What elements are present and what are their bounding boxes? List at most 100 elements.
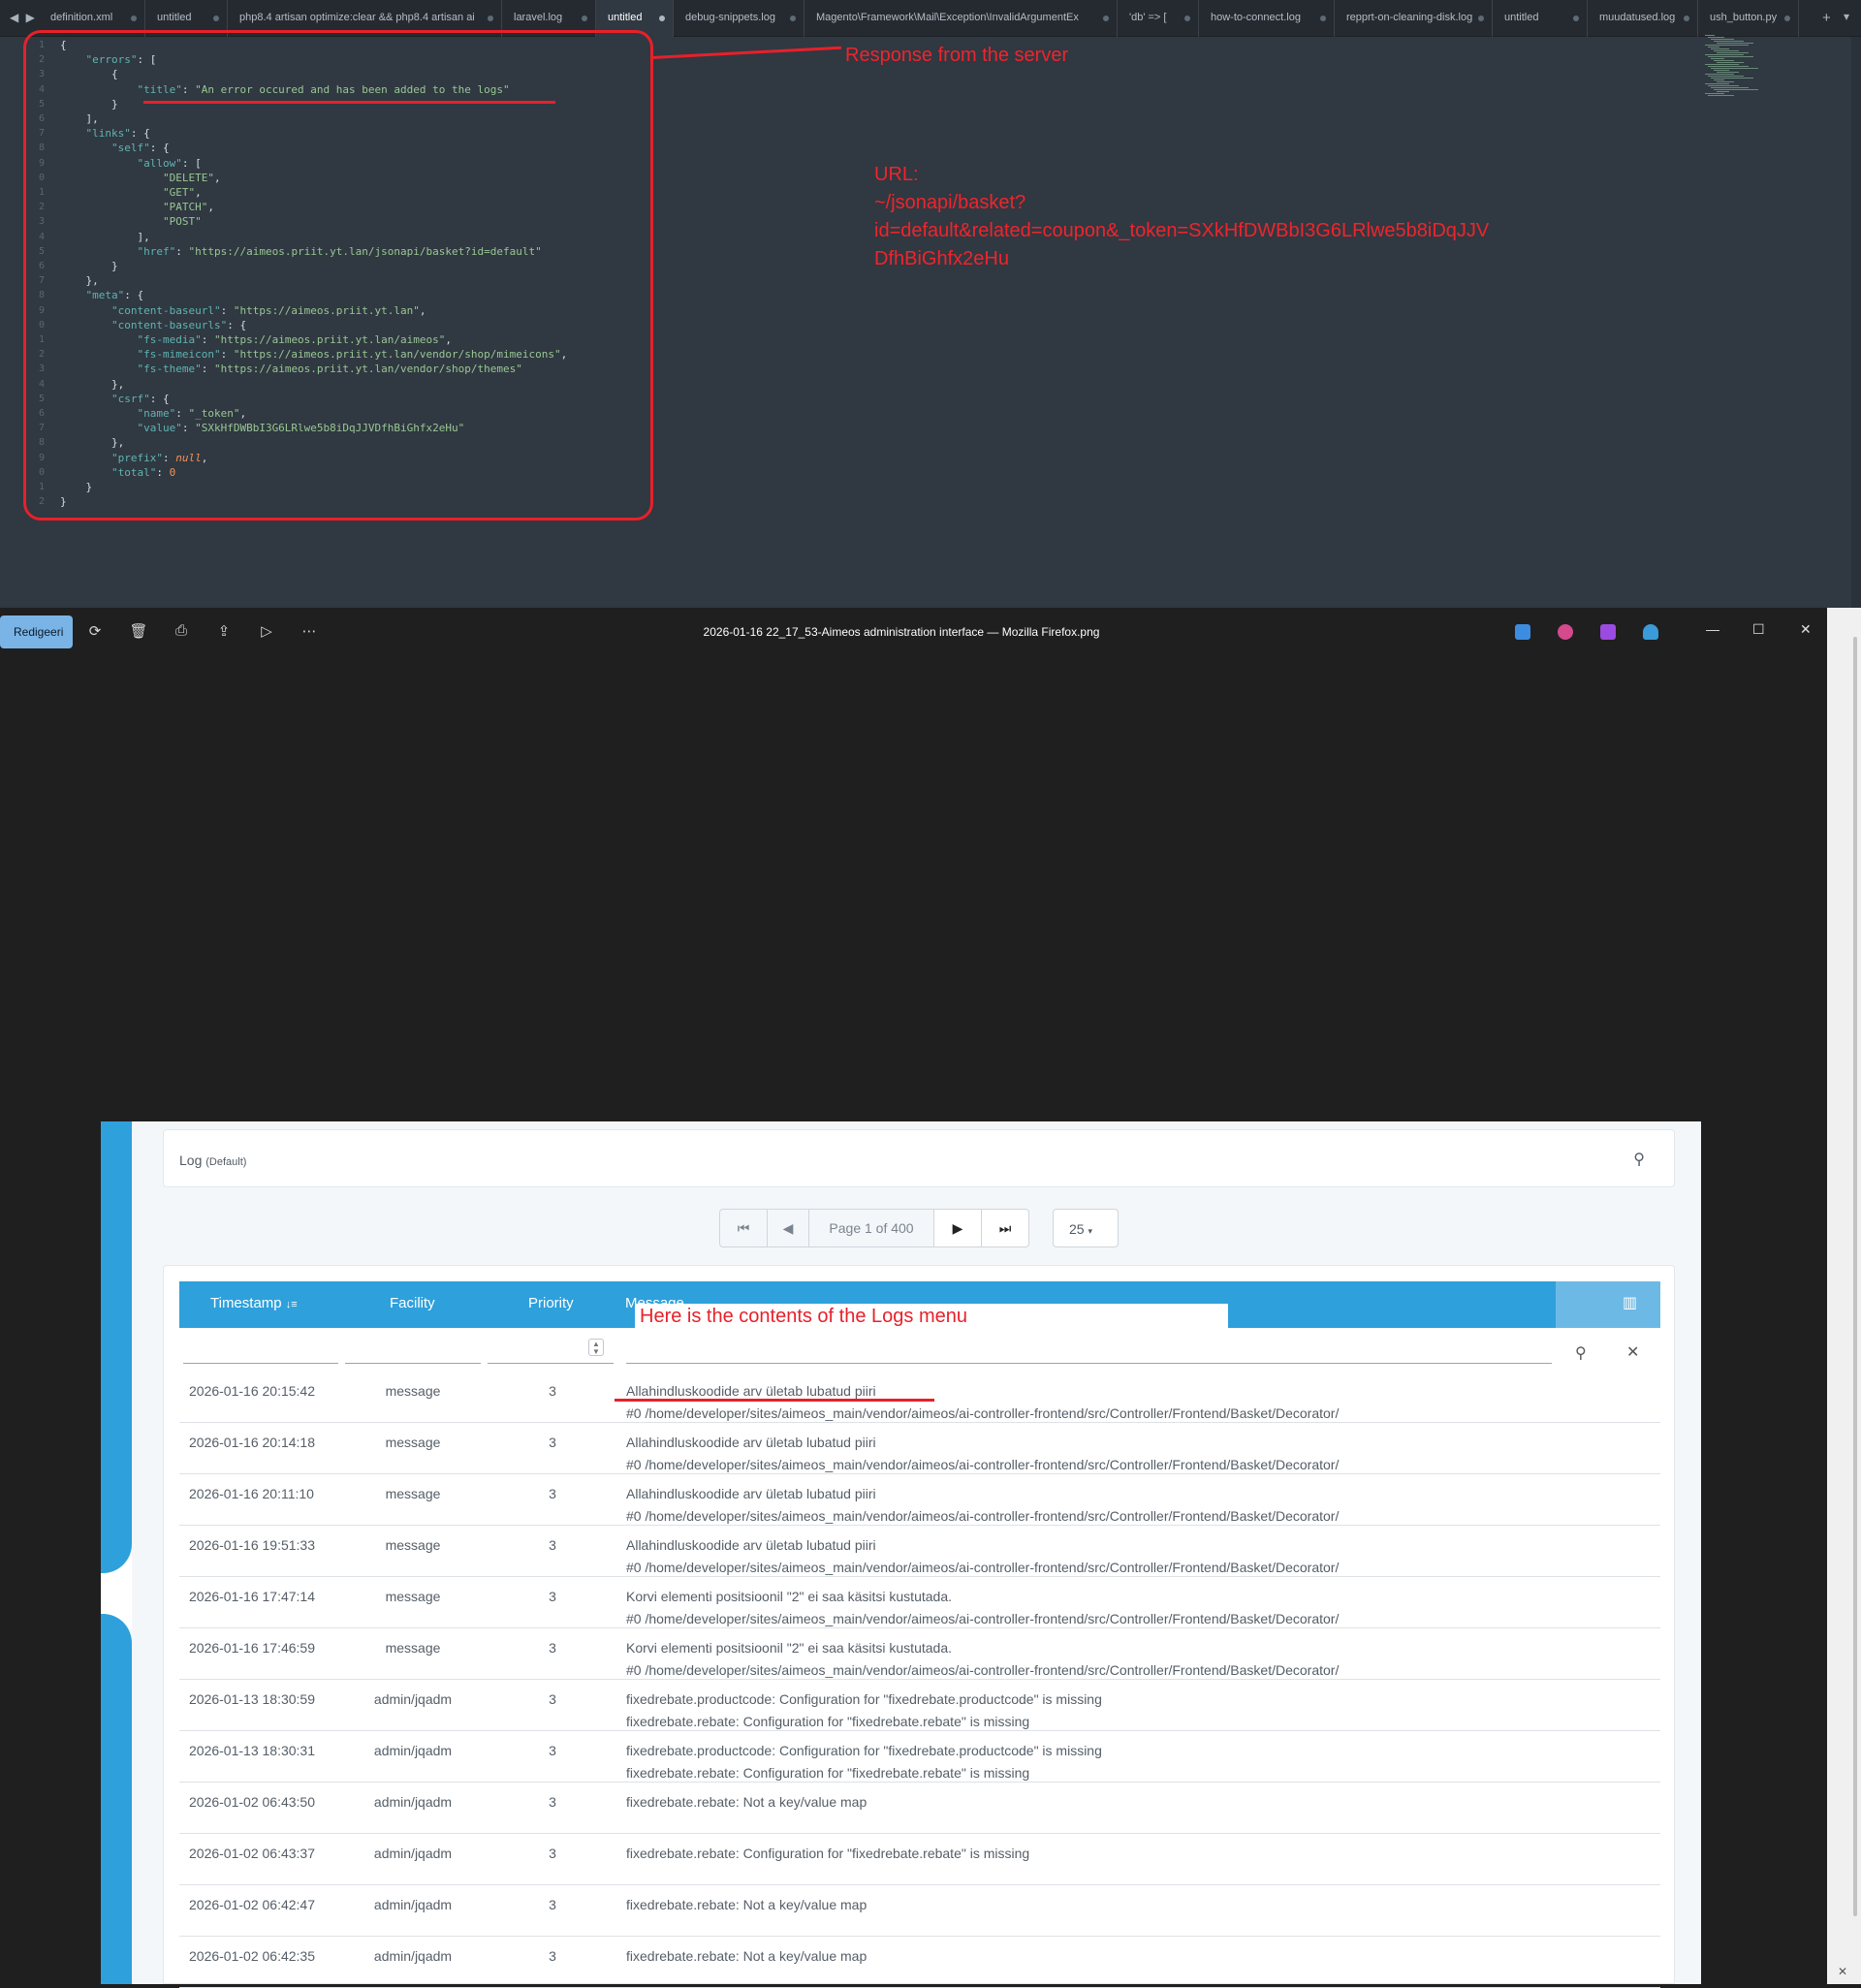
viewer-scrollbar-thumb[interactable]: [1853, 637, 1857, 1916]
tab-close-dot-icon[interactable]: [1784, 16, 1790, 21]
editor-tab-label: untitled: [157, 12, 192, 23]
col-timestamp[interactable]: Timestamp ↓≡: [210, 1295, 298, 1311]
cell-message: Allahindluskoodide arv ületab lubatud pi…: [626, 1435, 876, 1450]
cell-message-detail: fixedrebate.rebate: Configuration for "f…: [626, 1714, 1030, 1729]
editor-tab[interactable]: debug-snippets.log: [674, 0, 804, 37]
delete-icon[interactable]: 🗑: [129, 622, 148, 642]
table-row[interactable]: 2026-01-02 06:43:50 admin/jqadm 3 fixedreba…: [179, 1783, 1660, 1834]
table-row[interactable]: 2026-01-16 19:51:33 message 3 Allahindlusko…: [179, 1526, 1660, 1577]
editor-tab[interactable]: ush_button.py: [1698, 0, 1799, 37]
table-row[interactable]: 2026-01-16 17:46:59 message 3 Korvi element…: [179, 1628, 1660, 1680]
cell-message: Allahindluskoodide arv ületab lubatud pi…: [626, 1383, 876, 1399]
filter-facility-input[interactable]: [345, 1363, 481, 1364]
cell-priority: 3: [549, 1846, 556, 1861]
editor-tab[interactable]: Magento\Framework\Mail\Exception\Invalid…: [804, 0, 1118, 37]
print-icon[interactable]: ⎙: [172, 622, 191, 642]
viewer-toolbar: Redigeeri ⟳ 🗑 ⎙ ⇪ ▷ ⋯ 2026-01-16 22_17_5…: [0, 608, 1827, 656]
filter-clear-icon[interactable]: ✕: [1626, 1342, 1639, 1362]
filter-message-input[interactable]: [626, 1363, 1552, 1364]
tab-close-dot-icon[interactable]: [1184, 16, 1190, 21]
minimap-line: [1714, 60, 1734, 61]
slideshow-icon[interactable]: ▷: [257, 622, 276, 642]
minimap-line: [1705, 54, 1744, 55]
col-priority[interactable]: Priority: [528, 1295, 574, 1311]
last-page-button[interactable]: ⏭: [981, 1209, 1029, 1247]
col-facility[interactable]: Facility: [390, 1295, 435, 1311]
tab-list-chevron-icon[interactable]: ▾: [1844, 10, 1849, 23]
tab-close-dot-icon[interactable]: [790, 16, 796, 21]
tab-close-dot-icon[interactable]: [1103, 16, 1109, 21]
cell-message: Korvi elementi positsioonil "2" ei saa k…: [626, 1589, 952, 1604]
editor-tab-label: how-to-connect.log: [1211, 12, 1301, 23]
search-icon[interactable]: ⚲: [1633, 1150, 1645, 1169]
close-icon[interactable]: ✕: [1800, 621, 1812, 638]
table-row[interactable]: 2026-01-13 18:30:31 admin/jqadm 3 fixedreba…: [179, 1731, 1660, 1783]
tab-close-dot-icon[interactable]: [1684, 16, 1689, 21]
prev-page-button[interactable]: ◀: [767, 1209, 809, 1247]
annotation-row-underline: [615, 1399, 934, 1402]
minimap-line: [1711, 39, 1734, 40]
table-row[interactable]: 2026-01-02 06:43:37 admin/jqadm 3 fixedreba…: [179, 1834, 1660, 1885]
minimap-line: [1711, 78, 1753, 79]
priority-stepper-icon[interactable]: ▲ ▼: [588, 1339, 604, 1356]
minimap-line: [1708, 76, 1744, 77]
cell-priority: 3: [549, 1794, 556, 1810]
table-row[interactable]: 2026-01-02 06:42:47 admin/jqadm 3 fixedreba…: [179, 1885, 1660, 1937]
minimap-line: [1711, 68, 1758, 69]
tab-close-dot-icon[interactable]: [213, 16, 219, 21]
minimap-line: [1711, 58, 1724, 59]
tab-close-dot-icon[interactable]: [582, 16, 587, 21]
edit-button[interactable]: Redigeeri: [0, 615, 73, 648]
table-row[interactable]: 2026-01-13 18:30:59 admin/jqadm 3 fixedreba…: [179, 1680, 1660, 1731]
editor-tab[interactable]: 'db' => [: [1118, 0, 1199, 37]
onedrive-icon[interactable]: [1643, 624, 1658, 640]
maximize-icon[interactable]: ☐: [1752, 621, 1765, 638]
tab-nav-arrows-icon[interactable]: ◀ ▶: [10, 11, 37, 24]
more-options-icon[interactable]: ⋯: [300, 622, 319, 642]
minimize-icon[interactable]: —: [1706, 621, 1719, 637]
editor-tab-label: ush_button.py: [1710, 12, 1778, 23]
filter-priority-input[interactable]: [488, 1363, 614, 1364]
editor-tab[interactable]: muudatused.log: [1588, 0, 1698, 37]
editor-tab[interactable]: repprt-on-cleaning-disk.log: [1335, 0, 1493, 37]
annotation-url-line: DfhBiGhfx2eHu: [874, 248, 1009, 269]
table-row[interactable]: 2026-01-16 20:11:10 message 3 Allahindlusko…: [179, 1474, 1660, 1526]
tab-close-dot-icon[interactable]: [488, 16, 493, 21]
viewer-scrollbar[interactable]: ✕: [1827, 608, 1861, 1984]
annotation-underline: [143, 101, 555, 104]
next-page-button[interactable]: ▶: [933, 1209, 982, 1247]
first-page-button[interactable]: ⏮: [719, 1209, 768, 1247]
filter-search-icon[interactable]: ⚲: [1575, 1343, 1587, 1363]
minimap[interactable]: [1701, 35, 1774, 103]
tab-close-dot-icon[interactable]: [1573, 16, 1579, 21]
table-row[interactable]: 2026-01-16 20:15:42 message 3 Allahindlusko…: [179, 1372, 1660, 1423]
copilot-icon[interactable]: [1558, 624, 1573, 640]
tab-close-dot-icon[interactable]: [659, 16, 665, 21]
table-row[interactable]: 2026-01-16 17:47:14 message 3 Korvi element…: [179, 1577, 1660, 1628]
cell-message: Korvi elementi positsioonil "2" ei saa k…: [626, 1640, 952, 1656]
filter-timestamp-input[interactable]: [183, 1363, 338, 1364]
editor-tab[interactable]: how-to-connect.log: [1199, 0, 1335, 37]
tab-close-dot-icon[interactable]: [131, 16, 137, 21]
scroll-corner-close-icon[interactable]: ✕: [1838, 1965, 1847, 1978]
cell-message: Allahindluskoodide arv ületab lubatud pi…: [626, 1486, 876, 1501]
clipchamp-icon[interactable]: [1600, 624, 1616, 640]
minimap-line: [1714, 50, 1739, 51]
sidebar-bottom-accent: [101, 1614, 132, 1984]
rotate-icon[interactable]: ⟳: [85, 622, 105, 642]
new-tab-icon[interactable]: +: [1822, 10, 1831, 26]
share-icon[interactable]: ⇪: [214, 622, 234, 642]
editor-tab[interactable]: untitled: [1493, 0, 1588, 37]
table-row[interactable]: 2026-01-02 06:42:35 admin/jqadm 3 fixedreba…: [179, 1937, 1660, 1988]
cell-facility: message: [385, 1435, 441, 1450]
table-row[interactable]: 2026-01-16 20:14:18 message 3 Allahindlusko…: [179, 1423, 1660, 1474]
columns-toggle-icon[interactable]: ▥: [1623, 1293, 1642, 1312]
tab-close-dot-icon[interactable]: [1320, 16, 1326, 21]
per-page-select[interactable]: 25 ▾: [1053, 1209, 1119, 1247]
app-edit-icon[interactable]: [1515, 624, 1530, 640]
cell-message: fixedrebate.productcode: Configuration f…: [626, 1691, 1102, 1707]
cell-facility: message: [385, 1486, 441, 1501]
cell-timestamp: 2026-01-13 18:30:59: [189, 1691, 315, 1707]
editor-scrollbar[interactable]: [1851, 37, 1861, 608]
tab-close-dot-icon[interactable]: [1478, 16, 1484, 21]
